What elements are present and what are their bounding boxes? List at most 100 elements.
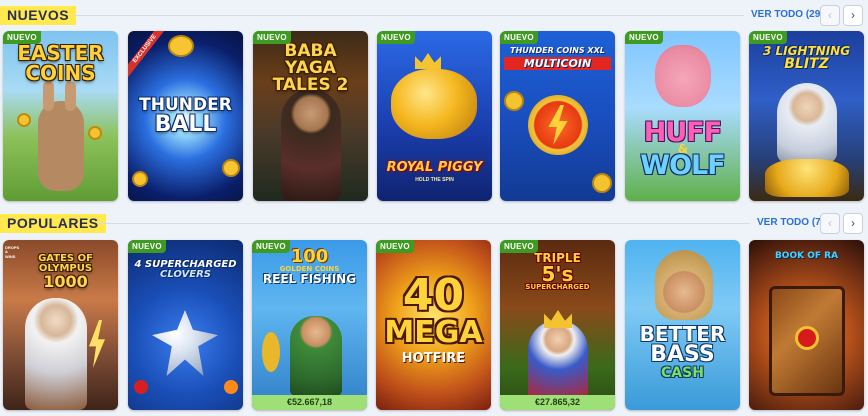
gold-coin	[88, 126, 102, 140]
game-title: BABA YAGA TALES 2	[257, 43, 364, 94]
title-line: CLOVERS	[160, 269, 211, 280]
game-card-triple-5s-supercharged[interactable]: TRIPLE 5's SUPERCHARGED NUEVO €27.865,32	[500, 240, 615, 410]
drops-and-wins-tag: DROPS & WINS	[5, 245, 20, 259]
divider	[98, 223, 750, 224]
piggy-figure	[391, 69, 477, 139]
game-title: GATES OF OLYMPUS 1000	[17, 254, 114, 290]
game-title: 40 MEGA HOTFIRE	[380, 270, 487, 366]
new-badge: NUEVO	[3, 31, 41, 44]
witch-figure	[281, 89, 341, 201]
title-line: SUPERCHARGED	[525, 283, 590, 291]
title-line: BASS	[650, 342, 715, 367]
game-title: 4 SUPERCHARGED CLOVERS	[132, 260, 239, 280]
section-nuevos: NUEVOS VER TODO (2964) ‹ ›	[0, 2, 868, 28]
game-card-thunder-coins-xxl-multicoin[interactable]: THUNDER COINS XXL MULTICOIN NUEVO	[500, 31, 615, 201]
game-card-3-lightning-blitz[interactable]: 3 LIGHTNING BLITZ NUEVO	[749, 31, 864, 201]
new-badge: NUEVO	[376, 240, 414, 253]
game-card-gates-of-olympus-1000[interactable]: GATES OF OLYMPUS 1000 DROPS & WINS	[3, 240, 118, 410]
game-title: EASTER COINS	[7, 43, 114, 83]
title-line: MULTICOIN	[504, 57, 611, 70]
bunny-ear	[65, 81, 76, 111]
scarab-icon	[795, 326, 819, 350]
game-title: THUNDER BALL	[132, 97, 239, 136]
next-button[interactable]: ›	[843, 213, 863, 234]
gold-pot	[765, 159, 849, 197]
game-card-easter-coins[interactable]: EASTER COINS NUEVO	[3, 31, 118, 201]
section-header: NUEVOS VER TODO (2964) ‹ ›	[0, 2, 868, 28]
title-line: BABA YAGA	[284, 41, 337, 78]
new-badge: NUEVO	[377, 31, 415, 44]
game-title: HUFF & WOLF	[629, 119, 736, 179]
new-badge: NUEVO	[128, 240, 166, 253]
zeus-figure	[777, 83, 837, 163]
pig-figure	[655, 45, 711, 107]
game-card-royal-piggy[interactable]: ROYAL PIGGY HOLD THE SPIN NUEVO	[377, 31, 492, 201]
title-line: BETTER	[639, 322, 726, 346]
title-line: TALES 2	[272, 75, 349, 95]
title-line: 40	[402, 270, 465, 321]
new-badge: NUEVO	[625, 31, 663, 44]
title-line: 5's	[541, 262, 574, 286]
gold-coin	[592, 173, 612, 193]
game-title: ROYAL PIGGY	[386, 160, 483, 175]
game-card-40-mega-hotfire[interactable]: 40 MEGA HOTFIRE NUEVO	[376, 240, 491, 410]
title-line: GATES OF OLYMPUS	[38, 253, 93, 274]
game-title: BOOK OF RA	[774, 251, 839, 261]
gold-coin	[168, 35, 194, 57]
king-figure	[528, 320, 588, 400]
gold-coin	[222, 159, 240, 177]
title-line: BALL	[154, 112, 217, 137]
section-title: POPULARES	[0, 214, 106, 233]
title-line: REEL FISHING	[262, 272, 357, 286]
new-badge: NUEVO	[749, 31, 787, 44]
game-title: 100 GOLDEN COINS REEL FISHING	[256, 248, 363, 286]
section-title: NUEVOS	[0, 6, 77, 25]
title-line: EASTER	[17, 41, 104, 65]
title-line: THUNDER COINS XXL	[510, 46, 605, 55]
title-line: HOTFIRE	[401, 351, 466, 366]
section-header: POPULARES VER TODO (788) ‹ ›	[0, 210, 868, 236]
jackpot-amount: €52.667,18	[252, 395, 367, 410]
zeus-figure	[25, 298, 87, 410]
title-line: MEGA	[384, 315, 483, 350]
game-card-4-supercharged-clovers[interactable]: 4 SUPERCHARGED CLOVERS NUEVO	[128, 240, 243, 410]
section-populares: POPULARES VER TODO (788) ‹ ›	[0, 210, 868, 236]
game-title: THUNDER COINS XXL MULTICOIN	[504, 47, 611, 70]
fish-icon	[262, 332, 280, 372]
divider	[74, 15, 744, 16]
game-title: BETTER BASS CASH	[629, 324, 736, 380]
next-button[interactable]: ›	[843, 5, 863, 26]
prev-button[interactable]: ‹	[820, 213, 840, 234]
game-subtitle: HOLD THE SPIN	[415, 177, 454, 183]
game-card-book-of-ra[interactable]: BOOK OF RA	[749, 240, 864, 410]
game-card-better-bass-cash[interactable]: BETTER BASS CASH	[625, 240, 740, 410]
game-title: 3 LIGHTNING BLITZ	[753, 45, 860, 71]
fisherman-figure	[655, 250, 713, 320]
game-card-baba-yaga-tales-2[interactable]: BABA YAGA TALES 2 NUEVO	[253, 31, 368, 201]
bunny-figure	[38, 101, 84, 191]
title-line: WOLF	[640, 150, 725, 181]
games-row-populares: GATES OF OLYMPUS 1000 DROPS & WINS 4 SUP…	[0, 240, 868, 414]
jackpot-amount: €27.865,32	[500, 395, 615, 410]
game-card-100-golden-coins-reel-fishing[interactable]: 100 GOLDEN COINS REEL FISHING NUEVO €52.…	[252, 240, 367, 410]
gold-coin	[504, 91, 524, 111]
title-line: CASH	[661, 365, 704, 381]
new-badge: NUEVO	[253, 31, 291, 44]
gold-coin	[132, 171, 148, 187]
new-badge: NUEVO	[500, 240, 538, 253]
new-badge: NUEVO	[252, 240, 290, 253]
new-badge: NUEVO	[500, 31, 538, 44]
games-row-nuevos: EASTER COINS NUEVO THUNDER BALL EXCLUSIV…	[0, 31, 868, 205]
game-card-thunder-ball[interactable]: THUNDER BALL EXCLUSIVE	[128, 31, 243, 201]
title-line: BLITZ	[784, 56, 829, 72]
cherry-icon	[134, 380, 148, 394]
fisherman-figure	[290, 316, 342, 396]
game-title: TRIPLE 5's SUPERCHARGED	[504, 252, 611, 291]
title-line: 1000	[43, 272, 88, 291]
title-line: COINS	[25, 61, 96, 85]
bunny-ear	[43, 81, 54, 111]
orange-icon	[224, 380, 238, 394]
prev-button[interactable]: ‹	[820, 5, 840, 26]
gold-coin	[17, 113, 31, 127]
game-card-huff-and-wolf[interactable]: HUFF & WOLF NUEVO	[625, 31, 740, 201]
